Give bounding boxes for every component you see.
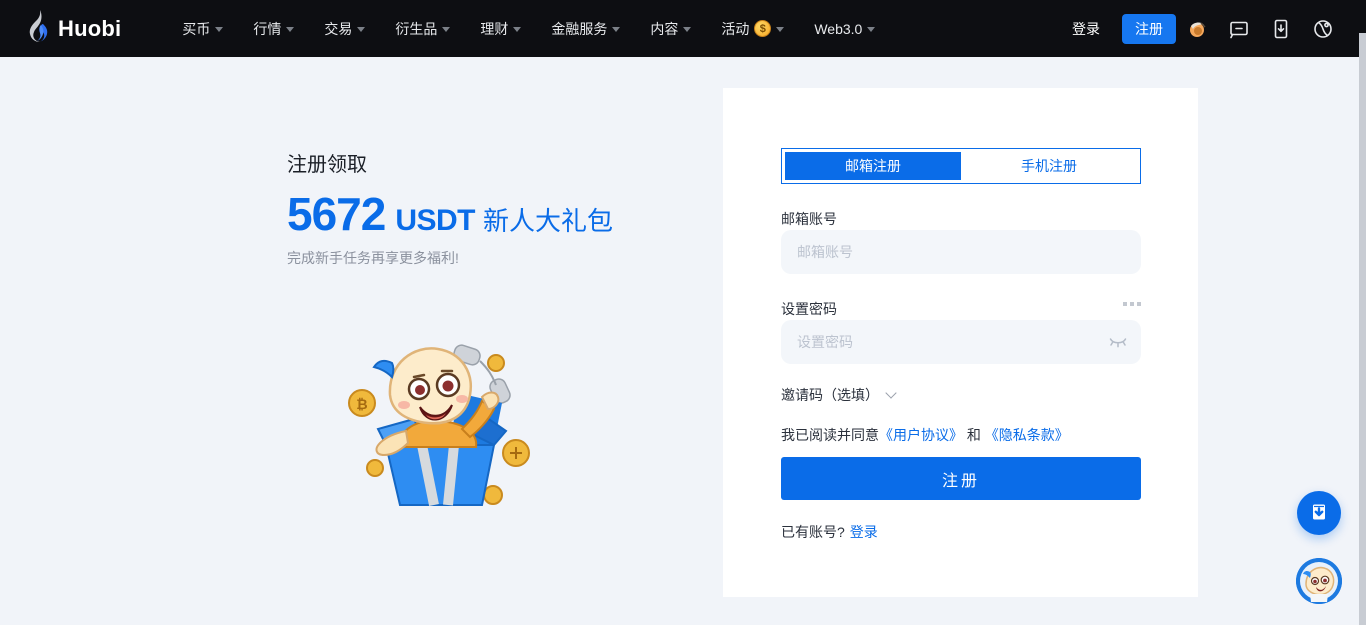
login-button[interactable]: 登录 — [1058, 11, 1114, 47]
mascot-giftbox-illustration: ₿ — [330, 325, 545, 515]
nav-item-markets[interactable]: 行情 — [238, 0, 309, 57]
password-label: 设置密码 — [781, 299, 837, 319]
register-submit-button[interactable]: 注册 — [781, 457, 1141, 500]
invite-code-label: 邀请码（选填） — [781, 385, 879, 405]
chat-icon[interactable] — [1218, 0, 1260, 57]
globe-icon[interactable] — [1302, 0, 1344, 57]
nav-item-label: 买币 — [182, 19, 210, 39]
main-nav: 买币 行情 交易 衍生品 理财 金融服务 内容 活动 $ Web3.0 — [167, 0, 890, 57]
promo-block: 注册领取 5672 USDT 新人大礼包 完成新手任务再享更多福利! — [287, 148, 613, 268]
promo-subtitle: 完成新手任务再享更多福利! — [287, 248, 613, 268]
agreement-text: 我已阅读并同意《用户协议》 和 《隐私条款》 — [781, 425, 1069, 445]
nav-item-trade[interactable]: 交易 — [309, 0, 380, 57]
top-navbar: Huobi 买币 行情 交易 衍生品 理财 金融服务 内容 活动 $ Web3.… — [0, 0, 1366, 57]
nav-item-label: 交易 — [324, 19, 352, 39]
chevron-down-icon — [885, 387, 896, 398]
promo-amount: 5672 — [287, 191, 385, 237]
nav-right-cluster: 登录 注册 — [1058, 0, 1344, 57]
password-input[interactable] — [781, 320, 1141, 364]
coin-badge-icon: $ — [754, 20, 771, 37]
svg-text:₿: ₿ — [356, 396, 367, 412]
chevron-down-icon — [357, 27, 365, 32]
nav-item-label: 理财 — [480, 19, 508, 39]
register-method-tabs: 邮箱注册 手机注册 — [781, 148, 1141, 184]
vertical-scrollbar[interactable] — [1359, 33, 1366, 625]
nav-item-label: 行情 — [253, 19, 281, 39]
chevron-down-icon — [215, 27, 223, 32]
huobi-flame-icon — [26, 10, 52, 47]
nav-item-label: 内容 — [650, 19, 678, 39]
tab-email-register[interactable]: 邮箱注册 — [785, 152, 961, 180]
have-account-row: 已有账号? 登录 — [781, 522, 878, 542]
main-content: 注册领取 5672 USDT 新人大礼包 完成新手任务再享更多福利! ₿ — [0, 57, 1366, 625]
promo-suffix: 新人大礼包 — [483, 201, 613, 238]
invite-code-toggle[interactable]: 邀请码（选填） — [781, 385, 895, 405]
agreement-prefix: 我已阅读并同意 — [781, 427, 879, 443]
app-download-fab[interactable] — [1297, 491, 1341, 535]
support-mascot-avatar[interactable] — [1296, 558, 1342, 604]
huobi-logo[interactable]: Huobi — [26, 10, 121, 47]
privacy-terms-link[interactable]: 《隐私条款》 — [985, 427, 1069, 443]
chevron-down-icon — [776, 27, 784, 32]
nav-item-web3[interactable]: Web3.0 — [799, 0, 890, 57]
password-visibility-toggle[interactable] — [1109, 336, 1127, 354]
nav-item-buy-crypto[interactable]: 买币 — [167, 0, 238, 57]
promo-title: 注册领取 — [287, 148, 613, 177]
promo-amount-row: 5672 USDT 新人大礼包 — [287, 191, 613, 238]
register-nav-button[interactable]: 注册 — [1122, 14, 1176, 44]
download-icon — [1308, 502, 1330, 524]
eye-closed-icon — [1109, 337, 1127, 349]
brand-name: Huobi — [58, 16, 121, 42]
app-download-icon[interactable] — [1260, 0, 1302, 57]
have-account-text: 已有账号? — [781, 524, 845, 540]
email-input[interactable] — [781, 230, 1141, 274]
chevron-down-icon — [612, 27, 620, 32]
chevron-down-icon — [867, 27, 875, 32]
tab-phone-register[interactable]: 手机注册 — [961, 152, 1137, 180]
nav-item-derivatives[interactable]: 衍生品 — [380, 0, 465, 57]
chevron-down-icon — [442, 27, 450, 32]
chevron-down-icon — [683, 27, 691, 32]
nav-item-activity[interactable]: 活动 $ — [706, 0, 799, 57]
promo-currency: USDT — [395, 204, 475, 238]
nav-item-financial-services[interactable]: 金融服务 — [536, 0, 635, 57]
login-link[interactable]: 登录 — [850, 524, 878, 540]
chevron-down-icon — [513, 27, 521, 32]
reward-icon[interactable] — [1176, 0, 1218, 57]
ellipsis-dots-icon — [1123, 302, 1141, 306]
nav-item-content[interactable]: 内容 — [635, 0, 706, 57]
agreement-and: 和 — [967, 427, 981, 443]
email-label: 邮箱账号 — [781, 209, 837, 229]
nav-item-label: Web3.0 — [814, 21, 862, 37]
nav-item-label: 衍生品 — [395, 19, 437, 39]
chevron-down-icon — [286, 27, 294, 32]
nav-item-label: 金融服务 — [551, 19, 607, 39]
user-agreement-link[interactable]: 《用户协议》 — [879, 427, 963, 443]
nav-item-label: 活动 — [721, 19, 749, 39]
registration-card: 邮箱注册 手机注册 邮箱账号 设置密码 邀请码（选填） 我已阅读并同意《用户协议… — [723, 88, 1198, 597]
nav-item-earn[interactable]: 理财 — [465, 0, 536, 57]
